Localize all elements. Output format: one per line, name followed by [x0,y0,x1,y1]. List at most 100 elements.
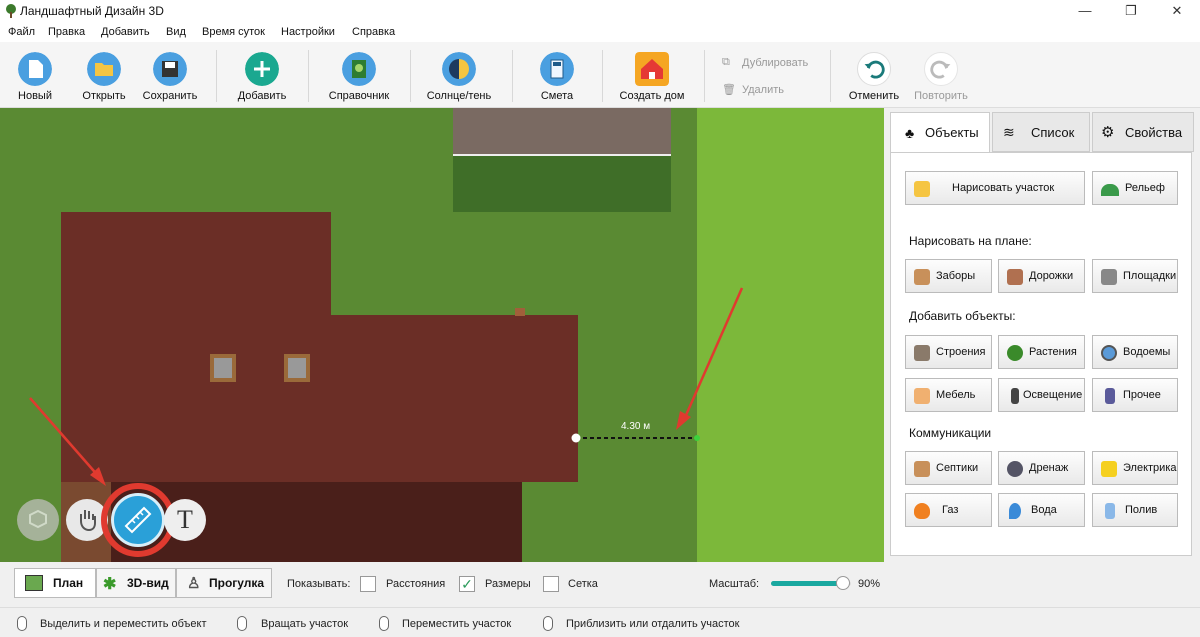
menu-edit[interactable]: Правка [48,26,85,38]
scale-slider-thumb[interactable] [836,576,850,590]
drainage-label: Дренаж [1029,462,1069,474]
text-tool[interactable]: T [164,499,206,541]
tiles-icon [1101,269,1117,285]
relief-button[interactable]: Рельеф [1092,171,1178,205]
sun-shadow-button[interactable]: Солнце/тень [424,48,494,106]
menu-file[interactable]: Файл [8,26,35,38]
ponds-button[interactable]: Водоемы [1092,335,1178,369]
furniture-label: Мебель [936,389,976,401]
fences-button[interactable]: Заборы [905,259,992,293]
gear-icon: ⚙ [1101,124,1115,141]
lighting-label: Освещение [1023,389,1083,401]
create-house-label: Создать дом [619,90,685,102]
duplicate-button[interactable]: Дублировать [742,57,808,69]
paths-button[interactable]: Дорожки [998,259,1085,293]
gas-button[interactable]: Газ [905,493,992,527]
vent [515,308,525,316]
flame-icon [914,503,930,519]
redo-button[interactable]: Повторить [912,48,970,106]
paths-label: Дорожки [1029,270,1074,282]
save-label: Сохранить [142,90,198,102]
estimate-button[interactable]: Смета [534,48,580,106]
menu-add[interactable]: Добавить [101,26,150,38]
folder-icon [87,52,121,86]
electrics-button[interactable]: Электрика [1092,451,1178,485]
redo-icon [924,52,958,86]
menu-help[interactable]: Справка [352,26,395,38]
drainage-button[interactable]: Дренаж [998,451,1085,485]
buildings-button[interactable]: Строения [905,335,992,369]
furniture-button[interactable]: Мебель [905,378,992,412]
plants-button[interactable]: Растения [998,335,1085,369]
plus-icon [245,52,279,86]
open-button[interactable]: Открыть [78,48,130,106]
view-walk-button[interactable]: ♙ Прогулка [176,568,272,598]
minimize-button[interactable]: — [1062,0,1108,22]
create-house-button[interactable]: Создать дом [616,48,688,106]
dimension-start-point [571,433,581,443]
ruler-tool[interactable] [111,493,165,547]
water-label: Вода [1031,504,1057,516]
lighting-button[interactable]: Освещение [998,378,1085,412]
scale-slider-fill [771,581,843,586]
menu-view[interactable]: Вид [166,26,186,38]
sizes-label: Размеры [485,578,531,590]
3d-objects-tool[interactable] [17,499,59,541]
distances-label: Расстояния [386,578,446,590]
sizes-checkbox[interactable]: ✓ [459,576,475,592]
undo-button[interactable]: Отменить [846,48,902,106]
reference-label: Справочник [328,90,390,102]
menu-bar: Файл Правка Добавить Вид Время суток Нас… [0,22,1200,42]
delete-button[interactable]: Удалить [742,84,784,96]
save-button[interactable]: Сохранить [140,48,200,106]
toolbar-separator [830,50,831,102]
menu-settings[interactable]: Настройки [281,26,335,38]
add-button[interactable]: Добавить [234,48,290,106]
pipe-icon [914,461,930,477]
house-icon [635,52,669,86]
view-plan-button[interactable]: План [14,568,96,598]
fence-icon [914,269,930,285]
distances-checkbox[interactable] [360,576,376,592]
new-file-icon [18,52,52,86]
buildings-label: Строения [936,346,986,358]
relief-label: Рельеф [1125,182,1165,194]
tab-properties[interactable]: ⚙ Свойства [1092,112,1194,152]
irrigation-button[interactable]: Полив [1092,493,1178,527]
draw-plot-label: Нарисовать участок [952,182,1055,194]
tree-icon: ♣ [905,125,915,141]
reference-button[interactable]: Справочник [324,48,394,106]
menu-time-of-day[interactable]: Время суток [202,26,265,38]
view-3d-button[interactable]: ✱ 3D-вид [96,568,176,598]
electrics-label: Электрика [1123,462,1177,474]
tab-objects[interactable]: ♣ Объекты [890,112,990,152]
tab-list[interactable]: ≋ Список [992,112,1090,152]
other-button[interactable]: Прочее [1092,378,1178,412]
book-icon [342,52,376,86]
close-button[interactable]: ✕ [1154,0,1200,22]
tree-small-icon [1007,345,1023,361]
calculator-icon [540,52,574,86]
view-bar: План ✱ 3D-вид ♙ Прогулка Показывать: Рас… [0,562,1200,604]
ruler-icon [124,506,152,534]
new-button[interactable]: Новый [12,48,58,106]
window-title: Ландшафтный Дизайн 3D [20,4,164,18]
platforms-button[interactable]: Площадки [1092,259,1178,293]
plan-canvas[interactable]: 4.30 м T [0,108,884,562]
maximize-button[interactable]: ❐ [1108,0,1154,22]
grid-checkbox[interactable] [543,576,559,592]
draw-plot-button[interactable]: Нарисовать участок [905,171,1085,205]
redo-label: Повторить [914,90,968,102]
water-button[interactable]: Вода [998,493,1085,527]
septic-button[interactable]: Септики [905,451,992,485]
status-zoom: Приблизить или отдалить участок [566,618,740,630]
objects-panel: ♣ Объекты ≋ Список ⚙ Свойства Нарисовать… [884,108,1200,562]
mouse-right-icon [237,616,247,631]
view-3d-label: 3D-вид [127,576,169,590]
tab-properties-label: Свойства [1125,125,1183,140]
lamp-icon [1011,388,1019,404]
cubes-icon [29,509,47,529]
grid-label: Сетка [568,578,598,590]
annotation-arrowhead-right [676,411,691,430]
scale-slider[interactable] [771,576,851,590]
